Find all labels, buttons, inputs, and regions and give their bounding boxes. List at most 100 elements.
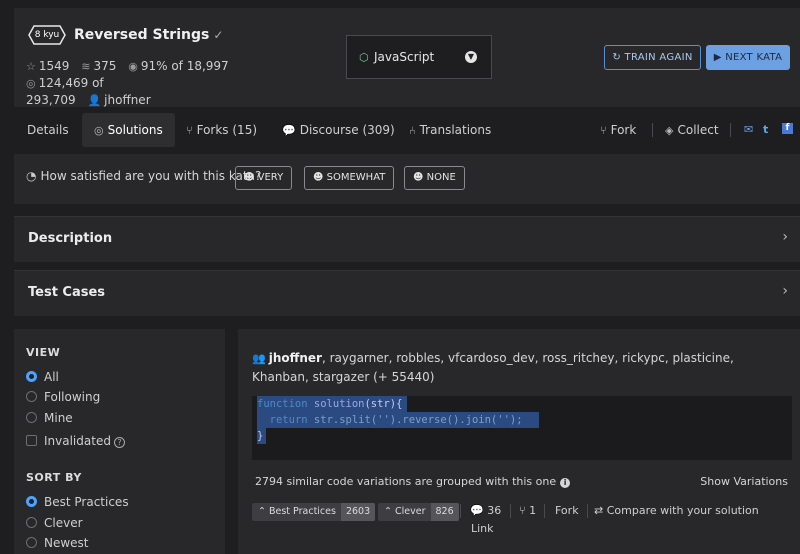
radio-checked-icon [26, 371, 37, 382]
divider [652, 123, 653, 137]
code-line: function solution(str){ [257, 396, 407, 412]
author-link[interactable]: jhoffner [269, 351, 322, 365]
language-label: JavaScript [374, 50, 435, 64]
description-panel[interactable]: Description › [14, 216, 800, 262]
kata-title: Reversed Strings ✓ [74, 27, 224, 43]
train-again-button[interactable]: ↻ TRAIN AGAIN [604, 45, 701, 70]
fork-icon: ⑂ [600, 124, 607, 137]
tab-translations[interactable]: ⑃ Translations [409, 113, 491, 147]
chevron-down-icon: ▼ [465, 51, 477, 63]
fork-icon: ⑂ [186, 124, 193, 137]
help-icon[interactable]: ? [113, 437, 125, 448]
comment-icon: 💬 [470, 504, 484, 517]
vote-count: 826 [430, 503, 459, 521]
survey-somewhat-button[interactable]: ☻ SOMEWHAT [304, 166, 395, 190]
sort-clever-radio[interactable]: Clever [26, 515, 83, 531]
twitter-icon[interactable]: t [763, 123, 768, 136]
sort-heading: SORT BY [26, 471, 82, 484]
divider [544, 504, 545, 518]
compare-icon: ⇄ [594, 504, 604, 517]
vote-count: 2603 [340, 503, 376, 521]
code-block[interactable]: function solution(str){ return str.split… [252, 396, 792, 460]
solution-card: 👥 jhoffner, raygarner, robbles, vfcardoso… [238, 329, 800, 554]
collections-stat: ≋ 375 [81, 59, 117, 73]
comments-button[interactable]: 💬 36 [470, 504, 501, 517]
email-icon[interactable]: ✉ [744, 123, 753, 136]
view-mine-radio[interactable]: Mine [26, 410, 73, 426]
sort-best-practices-radio[interactable]: Best Practices [26, 494, 129, 510]
tab-details[interactable]: Details [27, 113, 69, 147]
refresh-icon: ↻ [612, 52, 622, 63]
eye-icon: ◉ [128, 60, 138, 73]
translations-icon: ⑃ [409, 124, 416, 137]
kata-stats: ☆ 1549 ≋ 375 ◉ 91% of 18,997 ◎ 124,469 of 29… [26, 58, 326, 109]
satisfaction-survey: ◔ How satisfied are you with this kata? ☻… [14, 154, 800, 204]
tab-forks[interactable]: ⑂ Forks (15) [186, 113, 257, 147]
tab-discourse[interactable]: 💬 Discourse (309) [282, 113, 395, 147]
show-variations-link[interactable]: Show Variations [700, 475, 788, 488]
check-icon: ✓ [213, 28, 224, 42]
view-heading: VIEW [26, 346, 61, 359]
chevron-up-icon: ⌃ [384, 506, 392, 517]
survey-none-button[interactable]: ☻ NONE [404, 166, 465, 190]
radio-icon [26, 537, 37, 548]
code-line: return str.split('').reverse().join(''); [257, 412, 539, 428]
chevron-right-icon: › [782, 283, 788, 299]
stars-stat[interactable]: ☆ 1549 [26, 59, 69, 73]
radio-icon [26, 412, 37, 423]
sort-newest-radio[interactable]: Newest [26, 535, 89, 551]
facebook-icon[interactable]: f [782, 123, 793, 134]
survey-very-button[interactable]: ☻ VERY [235, 166, 293, 190]
invalidated-checkbox[interactable]: Invalidated? [26, 433, 125, 449]
divider [730, 123, 731, 137]
language-icon: ⬡ [359, 51, 369, 64]
radio-checked-icon [26, 496, 37, 507]
forks-count[interactable]: ⑂ 1 [519, 504, 536, 517]
info-icon[interactable]: i [560, 478, 571, 488]
view-all-radio[interactable]: All [26, 369, 59, 385]
link-button[interactable]: Link [471, 522, 494, 535]
play-icon: ▶ [713, 52, 722, 63]
chevron-up-icon: ⌃ [258, 506, 266, 517]
comments-icon: 💬 [282, 124, 296, 137]
fork-solution-button[interactable]: Fork [555, 504, 579, 517]
description-title: Description [28, 231, 113, 246]
rank-label: 8 kyu [34, 30, 60, 40]
solution-authors: 👥 jhoffner, raygarner, robbles, vfcardoso… [252, 349, 792, 386]
kata-header: 8 kyu Reversed Strings ✓ ☆ 1549 ≋ 375 ◉ 91% … [14, 8, 800, 107]
stack-icon: ≋ [81, 60, 91, 73]
author-link[interactable]: 👤 jhoffner [87, 93, 150, 107]
test-cases-panel[interactable]: Test Cases › [14, 270, 800, 316]
solutions-icon: ◎ [94, 124, 104, 137]
total-stat: 293,709 [26, 93, 76, 107]
chevron-right-icon: › [782, 229, 788, 245]
smile-icon: ☻ [413, 172, 424, 183]
next-kata-button[interactable]: ▶ NEXT KATA [706, 45, 790, 70]
collect-button[interactable]: ◈ Collect [665, 113, 719, 147]
star-icon: ☆ [26, 60, 36, 73]
best-practices-vote-button[interactable]: ⌃ Best Practices 2603 [252, 503, 376, 521]
fork-kata-button[interactable]: ⑂ Fork [600, 113, 636, 147]
clever-vote-button[interactable]: ⌃ Clever 826 [378, 503, 459, 521]
view-following-radio[interactable]: Following [26, 389, 100, 405]
user-icon: 👤 [87, 94, 102, 107]
target-icon: ◎ [26, 77, 36, 90]
divider [587, 504, 588, 518]
rank-badge: 8 kyu [28, 25, 66, 45]
compare-solution-button[interactable]: ⇄ Compare with your solution [594, 504, 759, 517]
similar-variations-text: 2794 similar code variations are grouped… [255, 475, 571, 488]
survey-question: ◔ How satisfied are you with this kata? [26, 169, 262, 183]
gauge-icon: ◔ [26, 169, 37, 183]
tab-solutions[interactable]: ◎ Solutions [82, 113, 175, 147]
radio-icon [26, 391, 37, 402]
smile-icon: ☻ [313, 172, 324, 183]
solutions-filter-sidebar: VIEW All Following Mine Invalidated? SOR… [14, 329, 225, 554]
fork-icon: ⑂ [519, 504, 526, 517]
divider [460, 504, 461, 518]
code-line: } [257, 428, 266, 444]
radio-icon [26, 517, 37, 528]
language-select[interactable]: ⬡ JavaScript ▼ [346, 35, 492, 79]
users-icon: 👥 [252, 352, 266, 365]
kata-tabs: Details ◎ Solutions ⑂ Forks (15) 💬 Discours… [14, 113, 800, 147]
divider [510, 504, 511, 518]
